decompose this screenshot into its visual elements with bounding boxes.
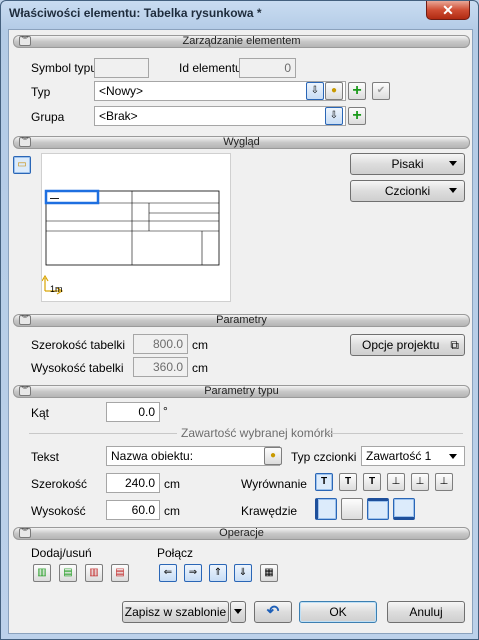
add-type-button[interactable]: + xyxy=(348,82,366,100)
remove-column-icon[interactable]: ▥ xyxy=(85,564,103,582)
save-template-dropdown[interactable] xyxy=(230,601,246,623)
text-label: Tekst xyxy=(31,450,60,464)
pens-button[interactable]: Pisaki xyxy=(350,153,465,175)
merge-right-icon[interactable]: ⇒ xyxy=(184,564,202,582)
text-lamp-icon[interactable]: ● xyxy=(264,447,282,465)
fonts-button[interactable]: Czcionki xyxy=(350,180,465,202)
dialog-client-area: ︾ Zarządzanie elementem Symbol typu Id e… xyxy=(8,29,473,634)
section-header-parameters[interactable]: ︾ Parametry xyxy=(13,314,470,327)
edge-left-icon[interactable] xyxy=(315,498,337,520)
edge-none-icon[interactable] xyxy=(341,498,363,520)
font-type-select[interactable]: Zawartość 1 xyxy=(361,446,465,466)
pens-button-label: Pisaki xyxy=(391,157,424,171)
angle-label: Kąt xyxy=(31,406,50,420)
merge-left-icon[interactable]: ⇐ xyxy=(159,564,177,582)
dropdown-arrow-icon xyxy=(449,454,457,459)
merge-up-icon[interactable]: ⇑ xyxy=(209,564,227,582)
cell-content-group-title: Zawartość wybranej komórki xyxy=(181,426,334,440)
scale-label: 1m xyxy=(50,284,63,294)
element-id-field[interactable]: 0 xyxy=(239,58,296,78)
cell-width-unit: cm xyxy=(164,477,180,491)
dropdown-arrow-icon xyxy=(449,161,457,166)
ok-button[interactable]: OK xyxy=(299,601,377,623)
close-button[interactable]: ✕ xyxy=(426,1,470,20)
group-field[interactable]: <Brak> xyxy=(94,106,346,126)
split-cells-icon[interactable]: ▦ xyxy=(260,564,278,582)
table-height-label: Wysokość tabelki xyxy=(31,361,124,375)
align-bottom-center-icon[interactable]: ⊥ xyxy=(411,473,429,491)
cell-text: ▬▬▬ xyxy=(50,196,59,200)
type-label: Typ xyxy=(31,85,51,99)
cell-text-field[interactable]: Nazwa obiektu: xyxy=(106,446,280,466)
group-label: Grupa xyxy=(31,110,65,124)
align-bottom-left-icon[interactable]: ⊥ xyxy=(387,473,405,491)
remove-row-icon[interactable]: ▤ xyxy=(111,564,129,582)
plus-icon: + xyxy=(352,82,362,99)
cell-width-field[interactable]: 240.0 xyxy=(106,473,160,493)
table-preview[interactable]: ▬▬▬ 1m xyxy=(41,153,231,302)
font-type-value: Zawartość 1 xyxy=(366,449,432,463)
table-height-field[interactable]: 360.0 xyxy=(133,357,188,377)
cell-height-label: Wysokość xyxy=(31,504,86,518)
edges-label: Krawędzie xyxy=(241,504,298,518)
confirm-type-button[interactable]: ✔ xyxy=(372,82,390,100)
section-title: Zarządzanie elementem xyxy=(182,35,301,47)
table-width-unit: cm xyxy=(192,338,208,352)
save-to-template-button[interactable]: Zapisz w szablonie xyxy=(122,601,229,623)
group-library-icon[interactable]: ⇩ xyxy=(325,107,343,125)
plus-icon: + xyxy=(352,107,362,124)
symbol-type-field[interactable] xyxy=(94,58,149,78)
group-divider-left xyxy=(29,433,177,434)
table-width-field[interactable]: 800.0 xyxy=(133,334,188,354)
section-title: Wygląd xyxy=(223,136,260,148)
project-options-label: Opcje projektu xyxy=(362,338,440,352)
dropdown-arrow-icon xyxy=(234,609,242,614)
dropdown-arrow-icon xyxy=(449,188,457,193)
add-group-button[interactable]: + xyxy=(348,107,366,125)
element-id-label: Id elementu xyxy=(179,61,242,75)
type-lamp-icon[interactable]: ● xyxy=(325,82,343,100)
edge-top-icon[interactable] xyxy=(367,498,389,520)
cell-width-label: Szerokość xyxy=(31,477,88,491)
font-type-label: Typ czcionki xyxy=(291,450,357,464)
angle-unit: ° xyxy=(163,404,168,418)
cell-height-field[interactable]: 60.0 xyxy=(106,500,160,520)
align-top-right-icon[interactable]: T xyxy=(363,473,381,491)
alignment-label: Wyrównanie xyxy=(241,477,307,491)
table-drawing: ▬▬▬ xyxy=(41,189,220,295)
table-width-label: Szerokość tabelki xyxy=(31,338,126,352)
open-dialog-icon: ⧉ xyxy=(450,338,459,352)
symbol-type-label: Symbol typu xyxy=(31,61,98,75)
section-title: Parametry typu xyxy=(204,385,279,397)
merge-down-icon[interactable]: ⇓ xyxy=(234,564,252,582)
undo-button[interactable]: ↶ xyxy=(254,601,292,623)
align-bottom-right-icon[interactable]: ⊥ xyxy=(435,473,453,491)
cancel-button[interactable]: Anuluj xyxy=(387,601,465,623)
add-remove-label: Dodaj/usuń xyxy=(31,546,92,560)
section-header-operations[interactable]: ︾ Operacje xyxy=(13,527,470,540)
dialog-window: Właściwości elementu: Tabelka rysunkowa … xyxy=(0,0,479,640)
window-title: Właściwości elementu: Tabelka rysunkowa … xyxy=(9,6,262,20)
edge-bottom-icon[interactable] xyxy=(393,498,415,520)
merge-label: Połącz xyxy=(157,546,194,560)
fonts-button-label: Czcionki xyxy=(384,184,431,198)
table-height-unit: cm xyxy=(192,361,208,375)
align-top-left-icon[interactable]: T xyxy=(315,473,333,491)
type-library-icon[interactable]: ⇩ xyxy=(306,82,324,100)
add-row-icon[interactable]: ▤ xyxy=(59,564,77,582)
group-divider-right xyxy=(327,433,463,434)
section-header-element-management[interactable]: ︾ Zarządzanie elementem xyxy=(13,35,470,48)
select-cell-tool-icon[interactable]: ▭ xyxy=(13,156,31,174)
section-title: Parametry xyxy=(216,314,267,326)
cell-height-unit: cm xyxy=(164,504,180,518)
title-bar[interactable]: Właściwości elementu: Tabelka rysunkowa … xyxy=(1,1,478,27)
project-options-button[interactable]: Opcje projektu ⧉ xyxy=(350,334,465,356)
align-top-center-icon[interactable]: T xyxy=(339,473,357,491)
section-header-type-parameters[interactable]: ︾ Parametry typu xyxy=(13,385,470,398)
add-column-icon[interactable]: ▥ xyxy=(33,564,51,582)
angle-field[interactable]: 0.0 xyxy=(106,402,160,422)
section-title: Operacje xyxy=(219,527,264,539)
section-header-appearance[interactable]: ︾ Wygląd xyxy=(13,136,470,149)
